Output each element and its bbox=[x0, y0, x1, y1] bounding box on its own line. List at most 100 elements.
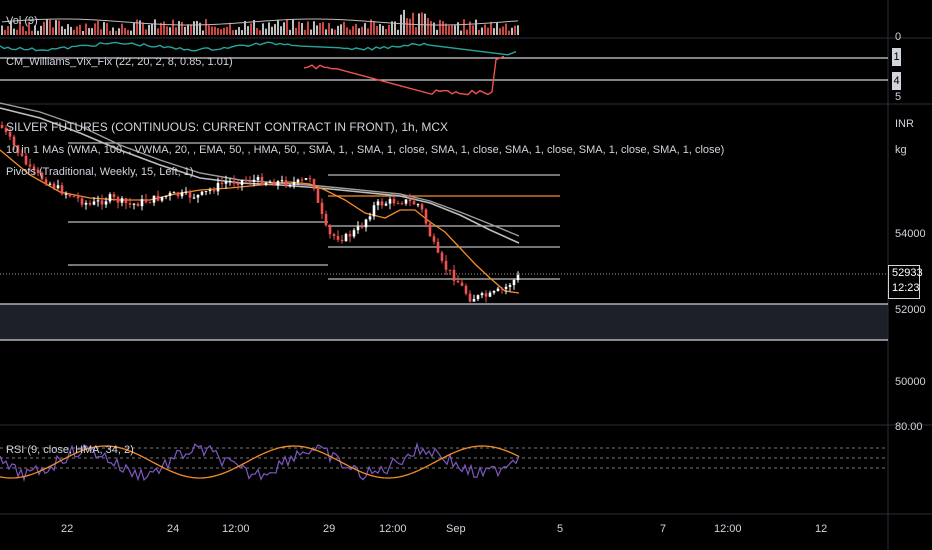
candle-body bbox=[264, 182, 268, 185]
candle-body bbox=[336, 235, 340, 240]
candle-body bbox=[444, 260, 448, 270]
symbol-title[interactable]: SILVER FUTURES (CONTINUOUS: CURRENT CONT… bbox=[6, 120, 448, 134]
volume-bar bbox=[40, 25, 42, 35]
volume-bar bbox=[331, 28, 333, 35]
pivots-indicator-label[interactable]: Pivots (Traditional, Weekly, 15, Left, 1… bbox=[6, 166, 193, 178]
candle-body bbox=[140, 199, 144, 207]
volume-bar bbox=[175, 27, 177, 35]
time-tick: 22 bbox=[61, 523, 74, 535]
candle-body bbox=[192, 197, 196, 199]
candle-body bbox=[368, 216, 372, 220]
volume-bar bbox=[373, 21, 375, 35]
candle-body bbox=[300, 179, 304, 181]
volume-bar bbox=[379, 24, 381, 35]
volume-bar bbox=[4, 29, 6, 35]
volume-bar bbox=[208, 25, 210, 35]
volume-bar bbox=[301, 23, 303, 35]
volume-bar bbox=[487, 27, 489, 35]
candle-body bbox=[268, 181, 272, 183]
price-tick: 54000 bbox=[895, 228, 926, 240]
candle-body bbox=[428, 223, 432, 237]
volume-bar bbox=[169, 27, 171, 35]
candle-body bbox=[44, 179, 48, 185]
volume-bar bbox=[484, 24, 486, 35]
volume-bar bbox=[493, 28, 495, 35]
volume-bar bbox=[343, 21, 345, 35]
candle-body bbox=[0, 125, 4, 128]
volume-bar bbox=[67, 24, 69, 35]
volume-bar bbox=[133, 22, 135, 35]
candle-body bbox=[136, 203, 140, 207]
vix-scale-tick: 4 bbox=[892, 72, 901, 90]
volume-bar bbox=[214, 26, 216, 35]
volume-label[interactable]: Vol (9) bbox=[6, 15, 38, 27]
candle-body bbox=[168, 192, 172, 196]
candle-body bbox=[488, 292, 492, 297]
candle-body bbox=[144, 199, 148, 203]
time-tick: 7 bbox=[660, 523, 667, 535]
volume-bar bbox=[376, 25, 378, 35]
last-price-value: 52933 bbox=[892, 267, 923, 279]
candle-body bbox=[272, 181, 276, 186]
volume-bar bbox=[184, 26, 186, 35]
volume-bar bbox=[346, 27, 348, 35]
volume-bar bbox=[304, 29, 306, 35]
volume-bar bbox=[31, 30, 33, 35]
candle-body bbox=[244, 180, 248, 182]
volume-bar bbox=[187, 24, 189, 35]
candle-body bbox=[512, 280, 516, 286]
rsi-label[interactable]: RSI (9, close, HMA, 34, 2) bbox=[6, 444, 134, 456]
volume-bar bbox=[205, 19, 207, 35]
volume-bar bbox=[328, 22, 330, 35]
volume-bar bbox=[136, 19, 138, 35]
volume-bar bbox=[97, 20, 99, 35]
volume-bar bbox=[145, 29, 147, 35]
candle-body bbox=[456, 280, 460, 283]
candle-body bbox=[424, 209, 428, 224]
candle-body bbox=[120, 198, 124, 203]
volume-bar bbox=[325, 29, 327, 35]
volume-bar bbox=[481, 27, 483, 35]
candle-body bbox=[296, 179, 300, 183]
candle-body bbox=[188, 191, 192, 198]
candle-body bbox=[104, 201, 108, 205]
vix-label[interactable]: CM_Williams_Vix_Fix (22, 20, 2, 8, 0.85,… bbox=[6, 56, 233, 68]
candle-body bbox=[124, 198, 128, 204]
volume-bar bbox=[196, 20, 198, 35]
volume-bar bbox=[283, 22, 285, 35]
currency-label[interactable]: INR bbox=[895, 118, 914, 130]
last-price-tag[interactable]: 52933 12:23 bbox=[888, 265, 923, 299]
unit-label[interactable]: kg bbox=[895, 144, 907, 156]
volume-bar bbox=[397, 29, 399, 35]
volume-bar bbox=[499, 28, 501, 35]
volume-bar bbox=[25, 30, 27, 35]
candle-body bbox=[356, 226, 360, 231]
volume-bar bbox=[334, 29, 336, 35]
volume-bar bbox=[292, 19, 294, 35]
volume-bar bbox=[436, 29, 438, 35]
candle-body bbox=[348, 234, 352, 237]
candle-body bbox=[416, 204, 420, 206]
volume-bar bbox=[439, 19, 441, 35]
volume-bar bbox=[274, 24, 276, 35]
candle-body bbox=[256, 177, 260, 180]
volume-bar bbox=[151, 24, 153, 35]
volume-bar bbox=[352, 26, 354, 35]
candle-body bbox=[224, 181, 228, 184]
candle-body bbox=[24, 155, 28, 165]
candle-body bbox=[500, 288, 504, 290]
volume-bar bbox=[430, 20, 432, 35]
vix-line-red bbox=[303, 55, 505, 96]
candle-body bbox=[48, 183, 52, 185]
pivot-levels bbox=[68, 142, 560, 280]
volume-bar bbox=[100, 29, 102, 35]
mas-indicator-label[interactable]: 10 in 1 MAs (WMA, 100, , VWMA, 20, , EMA… bbox=[6, 144, 724, 156]
candle-body bbox=[84, 202, 88, 205]
chart-canvas[interactable] bbox=[0, 0, 932, 550]
volume-bar bbox=[463, 19, 465, 35]
volume-bar bbox=[124, 27, 126, 35]
vix-scale-tick: 1 bbox=[892, 48, 901, 66]
candle-body bbox=[468, 293, 472, 302]
volume-bar bbox=[37, 30, 39, 35]
volume-bar bbox=[88, 28, 90, 35]
